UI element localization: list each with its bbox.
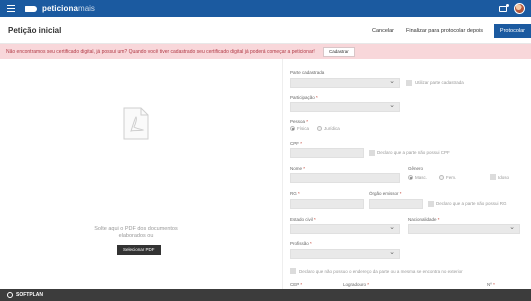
select-pdf-button[interactable]: Selecionar PDF bbox=[117, 245, 161, 255]
cpf-label: CPF bbox=[290, 141, 302, 146]
nacionalidade-select[interactable] bbox=[408, 223, 520, 234]
estado-civil-label: Estado civil bbox=[290, 217, 316, 222]
parte-cadastrada-select[interactable] bbox=[290, 77, 400, 88]
alert-message: Não encontramos seu certificado digital,… bbox=[6, 49, 315, 55]
no-address-label: Declaro que não possuo o endereço da par… bbox=[299, 269, 463, 274]
nome-label: Nome bbox=[290, 166, 305, 171]
footer: SOFTPLAN bbox=[0, 289, 531, 301]
brand-suffix: mais bbox=[78, 4, 95, 13]
use-registered-party-checkbox[interactable] bbox=[406, 80, 412, 86]
numero-label: Nº bbox=[487, 282, 495, 287]
logradouro-label: Logradouro bbox=[343, 282, 369, 287]
pessoa-juridica-label: Jurídica bbox=[324, 126, 340, 131]
genero-masc-label: Masc. bbox=[415, 175, 428, 180]
parte-cadastrada-label: Parte cadastrada bbox=[290, 70, 325, 75]
no-cpf-checkbox[interactable] bbox=[369, 150, 375, 156]
party-form: Parte cadastrada Utilizar parte cadastra… bbox=[282, 59, 531, 289]
pdf-file-icon bbox=[123, 107, 149, 140]
cancel-button[interactable]: Cancelar bbox=[372, 28, 394, 34]
certificate-alert: Não encontramos seu certificado digital,… bbox=[0, 44, 531, 59]
top-right-actions bbox=[499, 3, 525, 14]
drop-zone-text: Solte aqui o PDF dos documentos elaborad… bbox=[94, 226, 178, 239]
genero-masc-radio[interactable] bbox=[408, 175, 413, 180]
page-header: Petição inicial Cancelar Finalizar para … bbox=[0, 17, 531, 44]
softplan-logo-icon bbox=[7, 292, 13, 298]
participacao-select[interactable] bbox=[290, 101, 400, 112]
brand-logo[interactable]: peticiona mais bbox=[25, 4, 95, 13]
hamburger-icon[interactable] bbox=[7, 5, 15, 12]
pessoa-fisica-label: Física bbox=[297, 126, 310, 131]
nacionalidade-label: Nacionalidade bbox=[408, 217, 440, 222]
top-navbar: peticiona mais bbox=[0, 0, 531, 17]
pessoa-label: Pessoa bbox=[290, 119, 308, 124]
finish-later-button[interactable]: Finalizar para protocolar depois bbox=[406, 28, 483, 34]
cep-label: CEP bbox=[290, 282, 302, 287]
avatar[interactable] bbox=[514, 3, 525, 14]
no-rg-label: Declaro que a parte não possui RG bbox=[436, 201, 507, 206]
profissao-label: Profissão bbox=[290, 241, 312, 246]
pdf-drop-zone[interactable]: Solte aqui o PDF dos documentos elaborad… bbox=[0, 59, 282, 289]
protocol-button[interactable]: Protocolar bbox=[493, 24, 531, 38]
participacao-label: Participação bbox=[290, 95, 318, 100]
orgao-emissor-label: Órgão emissor bbox=[369, 191, 402, 196]
genero-fem-label: Fem. bbox=[446, 175, 457, 180]
register-certificate-button[interactable]: Cadastrar bbox=[323, 47, 355, 57]
pessoa-juridica-radio[interactable] bbox=[317, 126, 322, 131]
idoso-label: Idoso bbox=[498, 175, 510, 180]
genero-label: Gênero bbox=[408, 166, 424, 171]
notification-icon[interactable] bbox=[499, 3, 509, 12]
brand-name: peticiona bbox=[42, 4, 79, 13]
page-title: Petição inicial bbox=[8, 26, 62, 35]
brand-mark-icon bbox=[25, 5, 38, 13]
profissao-select[interactable] bbox=[290, 248, 400, 259]
nome-input[interactable] bbox=[290, 173, 400, 183]
rg-label: RG bbox=[290, 191, 300, 196]
rg-input[interactable] bbox=[290, 199, 364, 209]
cpf-input[interactable] bbox=[290, 148, 364, 158]
pessoa-fisica-radio[interactable] bbox=[290, 126, 295, 131]
idoso-checkbox[interactable] bbox=[490, 174, 496, 180]
estado-civil-select[interactable] bbox=[290, 223, 400, 234]
no-rg-checkbox[interactable] bbox=[428, 201, 434, 207]
genero-fem-radio[interactable] bbox=[439, 175, 444, 180]
use-registered-party-label: Utilizar parte cadastrada bbox=[415, 80, 464, 85]
no-address-checkbox[interactable] bbox=[290, 268, 296, 274]
no-cpf-label: Declaro que a parte não possui CPF bbox=[377, 150, 450, 155]
orgao-emissor-input[interactable] bbox=[369, 199, 423, 209]
footer-text: SOFTPLAN bbox=[16, 292, 43, 298]
